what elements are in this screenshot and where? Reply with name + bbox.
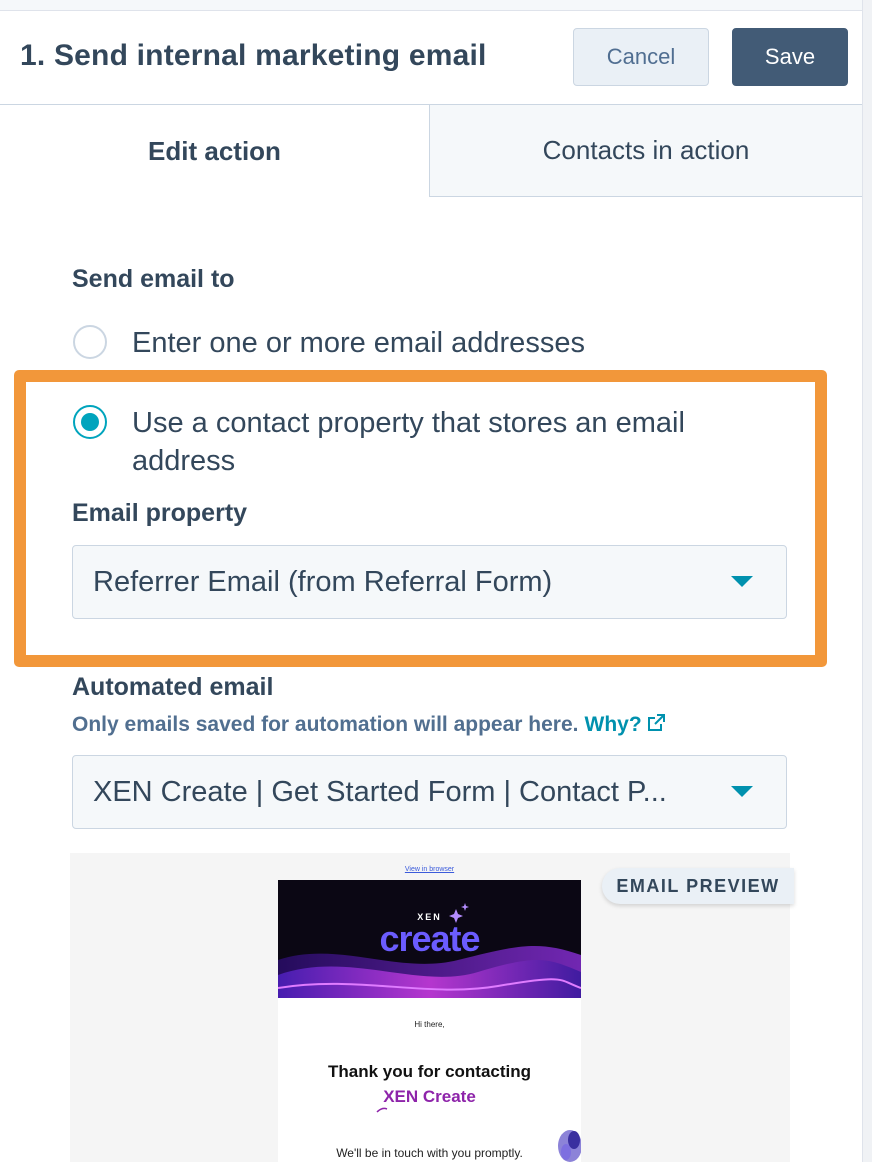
email-preview-badge: EMAIL PREVIEW (602, 868, 794, 904)
cancel-button[interactable]: Cancel (573, 28, 709, 86)
email-preview-card: XEN create Hi there, Thank you for conta… (278, 880, 581, 1162)
email-headline-line2: XEN Create (383, 1087, 476, 1106)
radio-unchecked-icon[interactable] (73, 325, 107, 359)
why-link[interactable]: Why? (585, 713, 642, 736)
automated-email-select[interactable]: XEN Create | Get Started Form | Contact … (72, 755, 787, 829)
scrollbar-track[interactable] (862, 0, 872, 1162)
chevron-down-icon (731, 576, 753, 587)
view-in-browser-link[interactable]: View in browser (278, 866, 581, 873)
automation-help-text: Only emails saved for automation will ap… (72, 713, 666, 739)
panel-header: 1. Send internal marketing email Cancel … (0, 11, 862, 105)
tab-edit-action[interactable]: Edit action (0, 105, 429, 197)
swoosh-icon (376, 1107, 388, 1113)
email-body-text: We'll be in touch with you promptly. (336, 1146, 523, 1160)
send-email-to-label: Send email to (72, 265, 235, 293)
option-email-addresses[interactable]: Enter one or more email addresses (132, 324, 585, 362)
tab-contacts-in-action[interactable]: Contacts in action (429, 105, 862, 197)
automated-email-value: XEN Create | Get Started Form | Contact … (93, 776, 667, 808)
flower-image-icon (558, 1130, 581, 1162)
panel-title: 1. Send internal marketing email (20, 39, 487, 72)
radio-checked-icon[interactable] (73, 405, 107, 439)
automated-email-label: Automated email (72, 673, 274, 701)
help-text: Only emails saved for automation will ap… (72, 713, 579, 736)
create-logo: create (379, 918, 480, 959)
save-button[interactable]: Save (732, 28, 848, 86)
email-property-label: Email property (72, 499, 248, 527)
email-headline-line1: Thank you for contacting (327, 1062, 532, 1081)
email-property-value: Referrer Email (from Referral Form) (93, 566, 553, 598)
email-property-select[interactable]: Referrer Email (from Referral Form) (72, 545, 787, 619)
email-hero-banner: XEN create (278, 880, 581, 998)
chevron-down-icon (731, 786, 753, 797)
option-contact-property[interactable]: Use a contact property that stores an em… (132, 404, 782, 480)
radio-dot (81, 413, 99, 431)
external-link-icon[interactable] (646, 713, 666, 739)
email-greeting: Hi there, (414, 1020, 445, 1029)
top-edge (0, 0, 862, 11)
